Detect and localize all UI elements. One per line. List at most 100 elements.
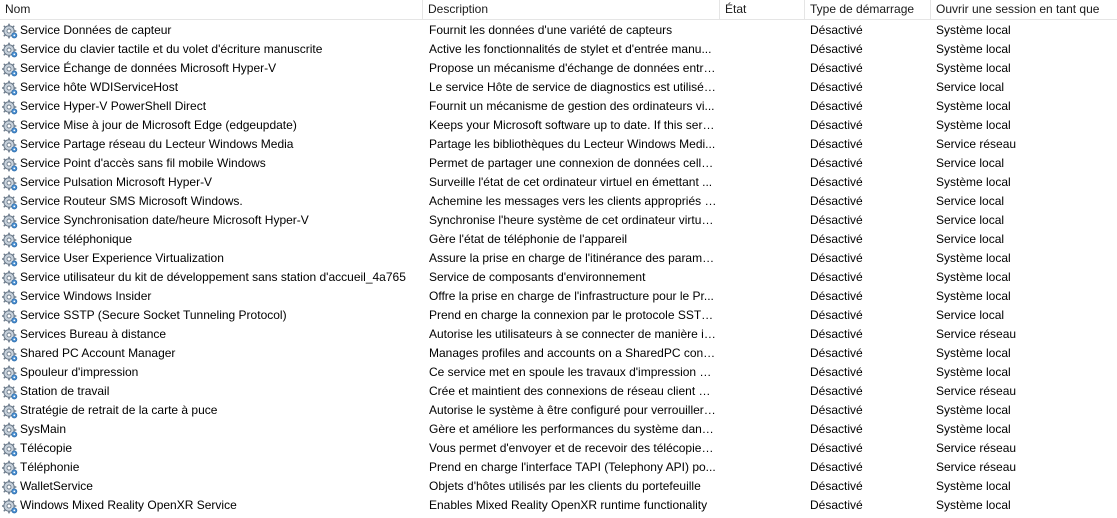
service-logon-as: Service local — [936, 213, 1005, 227]
gear-icon — [2, 211, 18, 230]
service-startup-type: Désactivé — [810, 194, 863, 208]
service-row[interactable]: WalletService Objets d'hôtes utilisés pa… — [0, 477, 1117, 496]
service-name: Service Windows Insider — [20, 289, 152, 303]
column-header-name[interactable]: Nom — [0, 0, 423, 19]
service-state — [725, 21, 803, 40]
service-logon-as: Système local — [936, 498, 1011, 512]
service-startup-type: Désactivé — [810, 327, 863, 341]
service-row[interactable]: Service Partage réseau du Lecteur Window… — [0, 135, 1117, 154]
service-row[interactable]: Service SSTP (Secure Socket Tunneling Pr… — [0, 306, 1117, 325]
gear-icon — [2, 135, 18, 154]
service-description: Fournit un mécanisme de gestion des ordi… — [429, 99, 715, 113]
service-name: Service Synchronisation date/heure Micro… — [20, 213, 309, 227]
service-state — [725, 306, 803, 325]
service-name: Service Données de capteur — [20, 23, 172, 37]
service-startup-type: Désactivé — [810, 156, 863, 170]
service-logon-as: Service local — [936, 232, 1005, 246]
service-description: Ce service met en spoule les travaux d'i… — [429, 365, 717, 379]
service-name: Spouleur d'impression — [20, 365, 139, 379]
service-row[interactable]: Services Bureau à distance Autorise les … — [0, 325, 1117, 344]
service-row[interactable]: Service Hyper-V PowerShell Direct Fourni… — [0, 97, 1117, 116]
service-description: Crée et maintient des connexions de rése… — [429, 384, 717, 398]
service-startup-type: Désactivé — [810, 403, 863, 417]
service-startup-type: Désactivé — [810, 23, 863, 37]
service-description: Prend en charge la connexion par le prot… — [429, 308, 717, 322]
service-logon-as: Système local — [936, 403, 1011, 417]
column-header-description[interactable]: Description — [423, 0, 720, 19]
column-header-startup-type[interactable]: Type de démarrage — [805, 0, 931, 19]
column-header-state[interactable]: État — [720, 0, 805, 19]
gear-icon — [2, 97, 18, 116]
gear-icon — [2, 192, 18, 211]
service-name: Service téléphonique — [20, 232, 133, 246]
service-logon-as: Système local — [936, 422, 1011, 436]
service-row[interactable]: Service téléphonique Gère l'état de télé… — [0, 230, 1117, 249]
service-description: Manages profiles and accounts on a Share… — [429, 346, 717, 360]
gear-icon — [2, 496, 18, 515]
service-name: Service Mise à jour de Microsoft Edge (e… — [20, 118, 297, 132]
service-row[interactable]: Service Synchronisation date/heure Micro… — [0, 211, 1117, 230]
gear-icon — [2, 439, 18, 458]
service-row[interactable]: Service Échange de données Microsoft Hyp… — [0, 59, 1117, 78]
column-header-logon-as[interactable]: Ouvrir une session en tant que — [931, 0, 1117, 19]
service-state — [725, 363, 803, 382]
service-startup-type: Désactivé — [810, 99, 863, 113]
service-name: Service utilisateur du kit de développem… — [20, 270, 406, 284]
service-name: Service Partage réseau du Lecteur Window… — [20, 137, 294, 151]
service-row[interactable]: Station de travail Crée et maintient des… — [0, 382, 1117, 401]
service-description: Offre la prise en charge de l'infrastruc… — [429, 289, 714, 303]
service-description: Active les fonctionnalités de stylet et … — [429, 42, 712, 56]
service-row[interactable]: Service User Experience Virtualization A… — [0, 249, 1117, 268]
service-row[interactable]: Service Point d'accès sans fil mobile Wi… — [0, 154, 1117, 173]
service-description: Enables Mixed Reality OpenXR runtime fun… — [429, 498, 708, 512]
service-row[interactable]: Service Mise à jour de Microsoft Edge (e… — [0, 116, 1117, 135]
gear-icon — [2, 477, 18, 496]
service-logon-as: Service local — [936, 308, 1005, 322]
service-row[interactable]: Windows Mixed Reality OpenXR Service Ena… — [0, 496, 1117, 515]
gear-icon — [2, 230, 18, 249]
gear-icon — [2, 59, 18, 78]
service-name: Service hôte WDIServiceHost — [20, 80, 179, 94]
service-logon-as: Système local — [936, 479, 1011, 493]
service-logon-as: Système local — [936, 42, 1011, 56]
service-startup-type: Désactivé — [810, 460, 863, 474]
service-name: Station de travail — [20, 384, 110, 398]
service-name: Stratégie de retrait de la carte à puce — [20, 403, 218, 417]
service-state — [725, 287, 803, 306]
service-name: Shared PC Account Manager — [20, 346, 176, 360]
service-name: Service Routeur SMS Microsoft Windows. — [20, 194, 243, 208]
service-row[interactable]: Service Windows Insider Offre la prise e… — [0, 287, 1117, 306]
service-name: Service du clavier tactile et du volet d… — [20, 42, 323, 56]
service-row[interactable]: Téléphonie Prend en charge l'interface T… — [0, 458, 1117, 477]
gear-icon — [2, 78, 18, 97]
service-row[interactable]: Shared PC Account Manager Manages profil… — [0, 344, 1117, 363]
service-logon-as: Service local — [936, 80, 1005, 94]
service-startup-type: Désactivé — [810, 118, 863, 132]
service-startup-type: Désactivé — [810, 270, 863, 284]
service-state — [725, 154, 803, 173]
gear-icon — [2, 344, 18, 363]
service-row[interactable]: Service utilisateur du kit de développem… — [0, 268, 1117, 287]
service-row[interactable]: Spouleur d'impression Ce service met en … — [0, 363, 1117, 382]
service-row[interactable]: Service Pulsation Microsoft Hyper-V Surv… — [0, 173, 1117, 192]
gear-icon — [2, 458, 18, 477]
service-row[interactable]: Service hôte WDIServiceHost Le service H… — [0, 78, 1117, 97]
service-name: WalletService — [20, 479, 93, 493]
gear-icon — [2, 40, 18, 59]
service-description: Autorise le système à être configuré pou… — [429, 403, 717, 417]
service-row[interactable]: Service du clavier tactile et du volet d… — [0, 40, 1117, 59]
service-state — [725, 97, 803, 116]
service-description: Gère et améliore les performances du sys… — [429, 422, 717, 436]
service-description: Autorise les utilisateurs à se connecter… — [429, 327, 717, 341]
service-row[interactable]: Stratégie de retrait de la carte à puce … — [0, 401, 1117, 420]
service-row[interactable]: SysMain Gère et améliore les performance… — [0, 420, 1117, 439]
service-row[interactable]: Télécopie Vous permet d'envoyer et de re… — [0, 439, 1117, 458]
service-startup-type: Désactivé — [810, 289, 863, 303]
service-description: Surveille l'état de cet ordinateur virtu… — [429, 175, 713, 189]
column-header-bar: Nom Description État Type de démarrage O… — [0, 0, 1117, 20]
service-name: Services Bureau à distance — [20, 327, 167, 341]
service-startup-type: Désactivé — [810, 479, 863, 493]
service-row[interactable]: Service Données de capteur Fournit les d… — [0, 21, 1117, 40]
gear-icon — [2, 249, 18, 268]
service-row[interactable]: Service Routeur SMS Microsoft Windows. A… — [0, 192, 1117, 211]
